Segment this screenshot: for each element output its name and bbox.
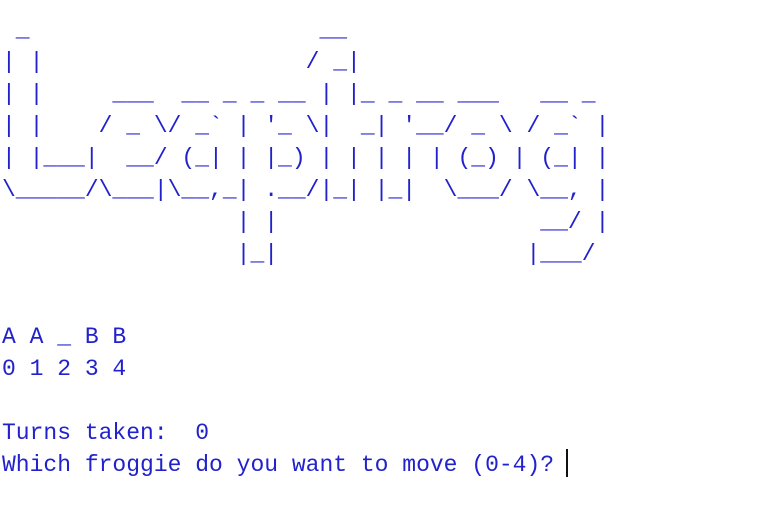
banner-line: | | __/ | (2, 209, 610, 235)
board-position-numbers: 0 1 2 3 4 (2, 356, 127, 382)
banner-line: |_| |___/ (2, 241, 596, 267)
banner-line: \_____/\___|\__,_| .__/|_| |_| \___/ \__… (2, 177, 610, 203)
banner-line: | | / _ \/ _` | '_ \| _| '__/ _ \ / _` | (2, 113, 610, 139)
board-frog-labels: A A _ B B (2, 324, 127, 350)
banner-line: _ __ (2, 17, 348, 43)
turns-taken-value: 0 (195, 420, 210, 446)
banner-line: | | ___ __ _ _ __ | |_ _ __ ___ __ _ (2, 81, 596, 107)
banner-line: | |___| __/ (_| | |_) | | | | | (_) | (_… (2, 145, 610, 171)
move-prompt-text: Which froggie do you want to move (0-4)? (2, 452, 555, 478)
leapfrog-ascii-banner: _ __ | | / _| | | ___ __ _ _ __ | |_ _ _… (2, 14, 609, 270)
turns-taken-label: Turns taken: (2, 420, 168, 446)
move-prompt[interactable]: Which froggie do you want to move (0-4)? (2, 449, 569, 481)
turns-taken-status: Turns taken: 0 (2, 417, 209, 449)
banner-line: | | / _| (2, 49, 361, 75)
terminal-window[interactable]: _ __ | | / _| | | ___ __ _ _ __ | |_ _ _… (0, 0, 775, 513)
text-cursor[interactable] (566, 449, 569, 477)
